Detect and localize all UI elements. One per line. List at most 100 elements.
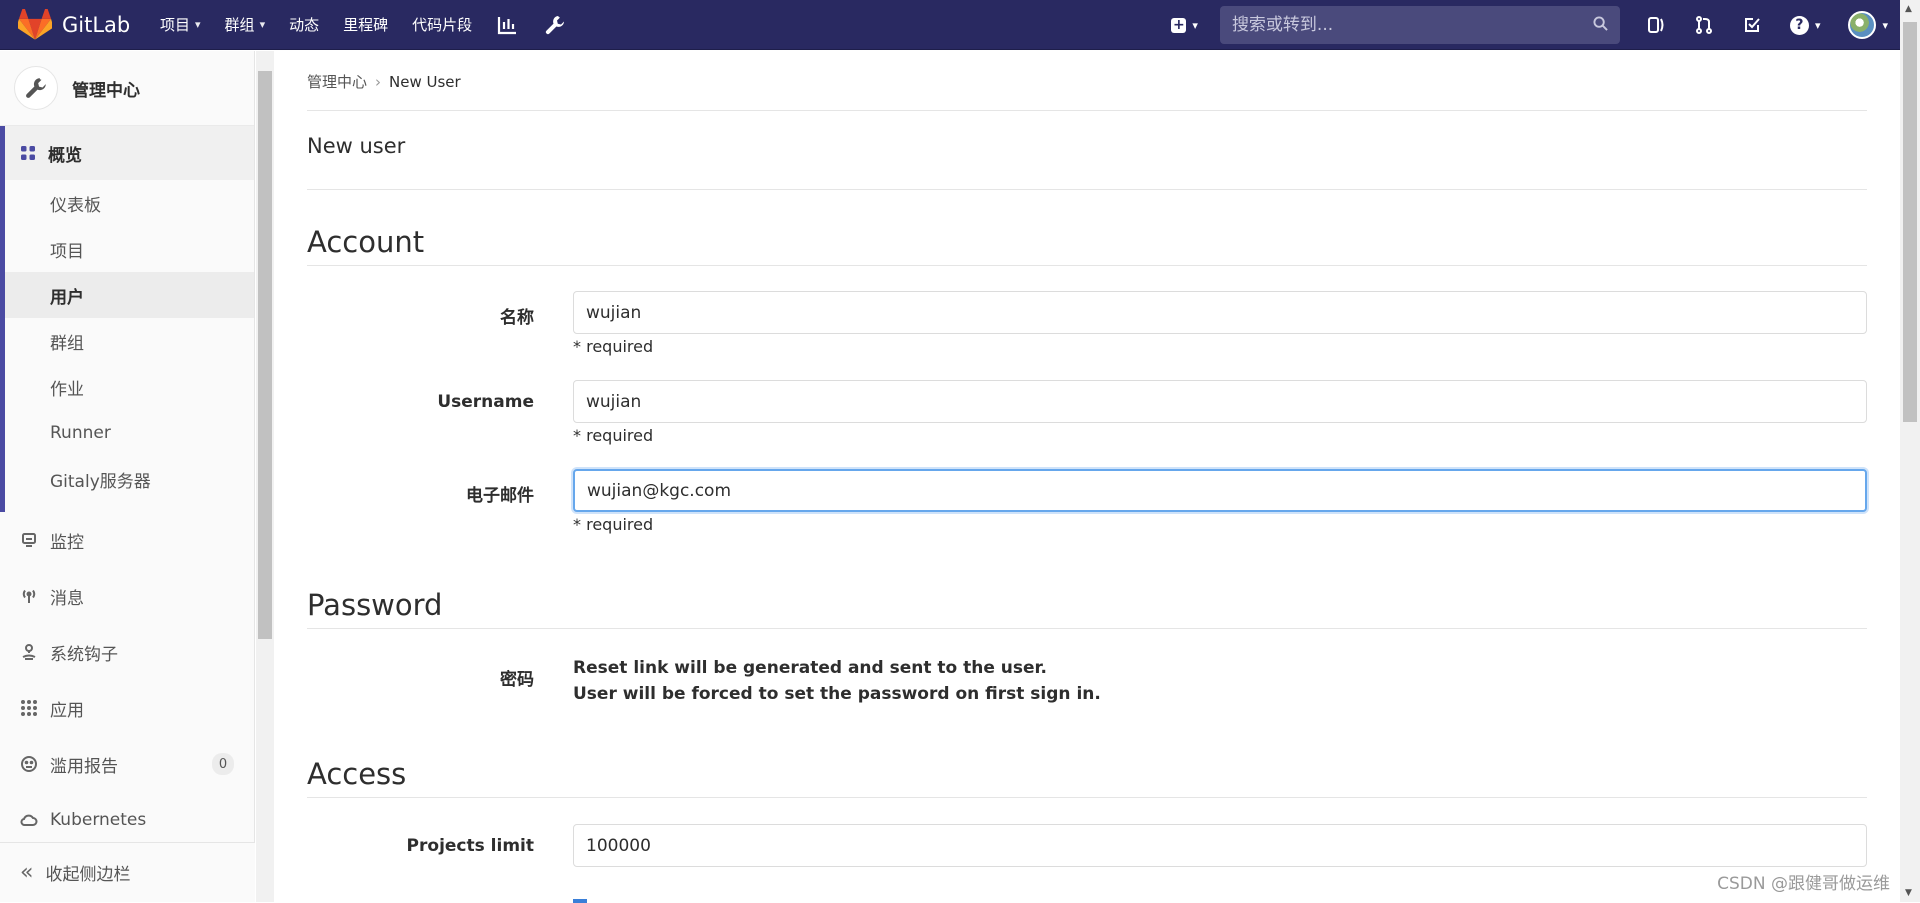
count-badge: 0	[212, 753, 234, 775]
email-field[interactable]	[573, 469, 1867, 512]
section-title-password: Password	[307, 588, 442, 622]
sidebar-subitem-gitaly-servers[interactable]: Gitaly服务器	[5, 456, 254, 502]
password-label: 密码	[304, 665, 534, 690]
nav-activity[interactable]: 动态	[289, 14, 319, 35]
divider	[307, 265, 1867, 266]
wrench-icon	[544, 14, 566, 36]
sidebar-context-header[interactable]: 管理中心	[0, 51, 254, 126]
sidebar-subitem-groups[interactable]: 群组	[5, 318, 254, 364]
nav-activity-chart[interactable]	[496, 14, 518, 36]
sidebar-item-label: 滥用报告	[50, 752, 118, 777]
issues-link[interactable]	[1646, 15, 1666, 35]
avatar	[1848, 11, 1876, 39]
top-navbar: GitLab 项目 ▾ 群组 ▾ 动态 里程碑 代码片段 + ▾	[0, 0, 1920, 50]
nav-groups-label: 群组	[225, 14, 255, 35]
collapse-sidebar-label: 收起侧边栏	[45, 860, 130, 885]
wrench-icon	[24, 76, 48, 100]
watermark-text: CSDN @跟健哥做运维	[1717, 869, 1890, 894]
sidebar-item-label: Kubernetes	[50, 810, 146, 830]
chevron-down-icon: ▾	[1882, 19, 1888, 32]
apps-icon	[20, 699, 38, 717]
admin-avatar	[14, 66, 58, 110]
merge-request-icon	[1694, 15, 1714, 35]
divider	[307, 628, 1867, 629]
email-label: 电子邮件	[304, 481, 534, 506]
issues-icon	[1646, 15, 1666, 35]
chevron-down-icon: ▾	[195, 18, 201, 31]
divider	[307, 797, 1867, 798]
main-content: 管理中心 › New User New user Account 名称 * re…	[274, 51, 1900, 902]
sidebar-item-label: 系统钩子	[50, 640, 118, 665]
nav-right-group: + ▾ ? ▾ ▾	[1171, 0, 1920, 50]
hook-icon	[20, 643, 38, 661]
sidebar-subitem-jobs[interactable]: 作业	[5, 364, 254, 410]
nav-milestones[interactable]: 里程碑	[343, 14, 388, 35]
password-info-line-1: Reset link will be generated and sent to…	[573, 655, 1047, 681]
sidebar-item-monitoring[interactable]: 监控	[0, 512, 254, 568]
sidebar-subitem-projects[interactable]: 项目	[5, 226, 254, 272]
sidebar-item-label: 概览	[48, 141, 82, 166]
top-nav-links: 项目 ▾ 群组 ▾ 动态 里程碑 代码片段	[160, 14, 592, 36]
section-title-account: Account	[307, 225, 424, 259]
chevron-down-icon: ▾	[1815, 19, 1821, 32]
sidebar-item-abuse-reports[interactable]: 滥用报告 0	[0, 736, 254, 792]
user-menu-dropdown[interactable]: ▾	[1848, 11, 1888, 39]
gitlab-home-link[interactable]: GitLab	[18, 9, 160, 41]
sidebar-context-title: 管理中心	[72, 76, 140, 101]
sidebar-subitem-users[interactable]: 用户	[5, 272, 254, 318]
search-input[interactable]	[1232, 15, 1593, 35]
sidebar-section-overview: 概览 仪表板 项目 用户 群组 作业 Runner Gitaly服务器	[0, 126, 254, 512]
projects-limit-field[interactable]	[573, 824, 1867, 867]
sidebar-subitem-dashboard[interactable]: 仪表板	[5, 180, 254, 226]
search-box[interactable]	[1220, 6, 1620, 44]
bar-chart-icon	[496, 14, 518, 36]
sidebar-item-applications[interactable]: 应用	[0, 680, 254, 736]
checkbox[interactable]	[573, 899, 587, 903]
question-circle-icon: ?	[1790, 16, 1809, 35]
scroll-up-arrow-icon[interactable]: ▲	[1905, 4, 1912, 14]
sidebar: 管理中心 概览 仪表板 项目 用户 群组 作业 Runner Gitaly服务器…	[0, 51, 255, 902]
sidebar-item-overview[interactable]: 概览	[5, 126, 254, 180]
chevron-down-icon: ▾	[1192, 19, 1198, 32]
chevron-down-icon: ▾	[260, 18, 266, 31]
breadcrumb-admin-link[interactable]: 管理中心	[307, 71, 367, 92]
plus-square-icon: +	[1171, 18, 1186, 33]
nav-admin-area[interactable]	[544, 14, 566, 36]
divider	[307, 189, 1867, 190]
name-required-hint: * required	[573, 337, 653, 356]
sidebar-item-kubernetes[interactable]: Kubernetes	[0, 792, 254, 848]
gitlab-logo-icon	[18, 9, 52, 41]
nav-groups-dropdown[interactable]: 群组 ▾	[225, 14, 266, 35]
projects-limit-label: Projects limit	[304, 836, 534, 856]
page-scrollbar[interactable]: ▲ ▼	[1900, 0, 1920, 902]
username-field[interactable]	[573, 380, 1867, 423]
sidebar-item-label: 监控	[50, 528, 84, 553]
breadcrumb: 管理中心 › New User	[307, 71, 461, 92]
monitor-icon	[20, 531, 38, 549]
nav-snippets[interactable]: 代码片段	[412, 14, 472, 35]
name-label: 名称	[304, 303, 534, 328]
page-title: New user	[307, 134, 405, 158]
chevron-right-icon: ›	[375, 73, 381, 91]
sidebar-item-messages[interactable]: 消息	[0, 568, 254, 624]
sidebar-item-system-hooks[interactable]: 系统钩子	[0, 624, 254, 680]
scroll-down-arrow-icon[interactable]: ▼	[1905, 888, 1912, 898]
sidebar-scrollbar-thumb[interactable]	[258, 71, 272, 639]
sidebar-scrollbar[interactable]	[256, 51, 274, 902]
search-icon	[1593, 16, 1608, 35]
password-info-line-2: User will be forced to set the password …	[573, 681, 1101, 707]
help-dropdown[interactable]: ? ▾	[1790, 16, 1821, 35]
merge-requests-link[interactable]	[1694, 15, 1714, 35]
todo-check-icon	[1742, 15, 1762, 35]
collapse-sidebar-button[interactable]: « 收起侧边栏	[0, 842, 255, 902]
username-label: Username	[304, 392, 534, 412]
nav-projects-label: 项目	[160, 14, 190, 35]
page-scrollbar-thumb[interactable]	[1903, 22, 1917, 422]
new-item-dropdown[interactable]: + ▾	[1171, 18, 1198, 33]
name-field[interactable]	[573, 291, 1867, 334]
todos-link[interactable]	[1742, 15, 1762, 35]
nav-projects-dropdown[interactable]: 项目 ▾	[160, 14, 201, 35]
section-title-access: Access	[307, 757, 406, 791]
breadcrumb-current[interactable]: New User	[389, 73, 461, 91]
sidebar-subitem-runners[interactable]: Runner	[5, 410, 254, 456]
